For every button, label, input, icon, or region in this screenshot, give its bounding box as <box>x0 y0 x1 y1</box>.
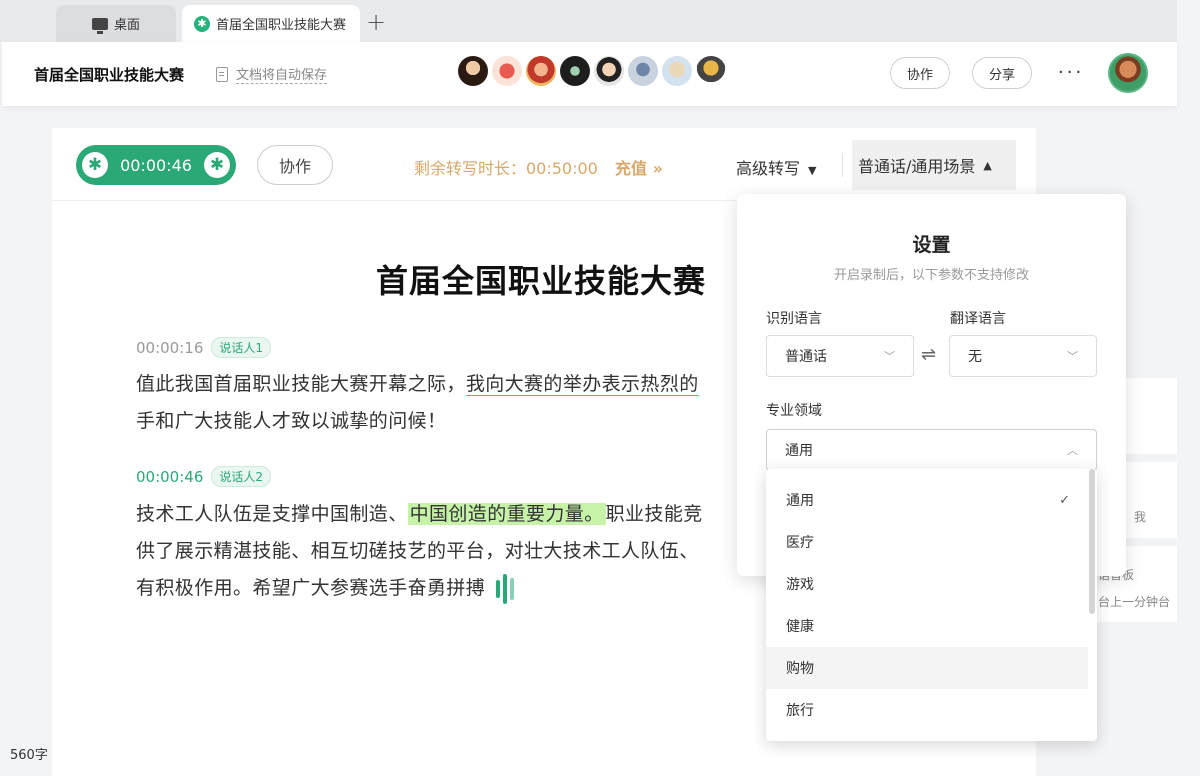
recognize-language-select[interactable]: 普通话 ﹀ <box>766 335 914 377</box>
tab-desktop[interactable]: 桌面 <box>56 5 176 42</box>
transcript-text: 技术工人队伍是支撑中国制造、 <box>136 503 408 525</box>
recognize-language-label: 识别语言 <box>766 311 822 327</box>
recording-timer[interactable]: ✱ 00:00:46 ✱ <box>76 145 236 185</box>
tab-document[interactable]: ✱ 首届全国职业技能大赛 <box>182 5 360 42</box>
browser-tab-strip: 桌面 ✱ 首届全国职业技能大赛 + <box>0 0 1177 42</box>
app-header: 首届全国职业技能大赛 文档将自动保存 协作 分享 ··· <box>2 42 1177 106</box>
speaker-badge[interactable]: 说话人1 <box>211 337 272 358</box>
divider <box>842 153 843 177</box>
chevron-down-icon: ﹀ <box>1067 350 1078 363</box>
recharge-link[interactable]: 充值 » <box>615 155 663 179</box>
user-avatar[interactable] <box>1108 53 1148 93</box>
recognize-language-value: 普通话 <box>785 349 827 365</box>
transcript-text: 供了展示精湛技能、相互切磋技艺的平台，对壮大技术工人队伍、 <box>136 540 699 562</box>
avatar[interactable] <box>458 56 488 86</box>
side-panel-text: 台上一分钟台 <box>1098 595 1171 609</box>
advanced-transcribe-dropdown[interactable]: 高级转写 ▼ <box>736 155 816 179</box>
translate-language-value: 无 <box>968 349 982 365</box>
domain-option[interactable]: 游戏 <box>766 563 1088 605</box>
domain-option-label: 医疗 <box>786 535 814 551</box>
avatar[interactable] <box>594 56 624 86</box>
collaborator-avatars <box>458 56 726 86</box>
avatar[interactable] <box>526 56 556 86</box>
domain-label: 专业领域 <box>766 403 822 419</box>
collab-button[interactable]: 协作 <box>257 145 333 185</box>
advanced-label: 高级转写 <box>736 159 801 178</box>
domain-option-label: 旅行 <box>786 703 814 719</box>
transcript-paragraph[interactable]: 技术工人队伍是支撑中国制造、 中国创造的重要力量。 职业技能竞 供了展示精湛技能、相… <box>136 496 836 607</box>
domain-option[interactable]: 健康 <box>766 605 1088 647</box>
domain-option-label: 游戏 <box>786 577 814 593</box>
page-title: 首届全国职业技能大赛 <box>376 262 707 300</box>
chevron-up-icon: ︿ <box>1067 444 1078 457</box>
checkmark-icon: ✓ <box>1059 492 1070 508</box>
triangle-down-icon: ▼ <box>808 164 817 177</box>
translate-language-select[interactable]: 无 ﹀ <box>949 335 1097 377</box>
segment-timestamp[interactable]: 00:00:46 <box>136 468 203 486</box>
autosave-status: 文档将自动保存 <box>216 64 328 84</box>
collaborate-button[interactable]: 协作 <box>890 57 950 89</box>
dropdown-scrollbar[interactable] <box>1089 469 1095 614</box>
chevron-down-icon: ﹀ <box>884 350 895 363</box>
scene-label: 普通话/通用场景 <box>858 157 976 176</box>
scene-dropdown[interactable]: 普通话/通用场景 ▲ <box>852 140 1016 190</box>
transcript-paragraph[interactable]: 值此我国首届职业技能大赛开幕之际，我向大赛的举办表示热烈的 手和广大技能人才致以… <box>136 366 836 440</box>
header-doc-title: 首届全国职业技能大赛 <box>34 66 185 84</box>
word-count: 560字 <box>10 748 48 763</box>
record-settings-icon[interactable]: ✱ <box>82 152 108 178</box>
new-tab-plus-icon[interactable]: + <box>366 10 386 34</box>
segment-meta: 00:00:16 说话人1 <box>136 337 272 358</box>
avatar[interactable] <box>492 56 522 86</box>
autosave-text: 文档将自动保存 <box>236 64 328 84</box>
segment-timestamp[interactable]: 00:00:16 <box>136 339 203 357</box>
share-button[interactable]: 分享 <box>972 57 1032 89</box>
remaining-duration: 剩余转写时长：00:50:00 <box>414 159 598 178</box>
domain-option[interactable]: 通用 ✓ <box>766 479 1088 521</box>
domain-option[interactable]: 购物 <box>766 647 1088 689</box>
avatar[interactable] <box>662 56 692 86</box>
tab-document-label: 首届全国职业技能大赛 <box>216 18 347 33</box>
avatar[interactable] <box>560 56 590 86</box>
voice-wave-icon <box>495 573 514 604</box>
record-status-icon[interactable]: ✱ <box>203 152 230 178</box>
domain-option[interactable]: 医疗 <box>766 521 1088 563</box>
translate-language-label: 翻译语言 <box>950 311 1006 327</box>
domain-option-label: 健康 <box>786 619 814 635</box>
domain-option[interactable]: 旅行 <box>766 689 1088 731</box>
swap-languages-icon[interactable]: ⇌ <box>921 344 936 365</box>
transcript-text: 职业技能竞 <box>605 503 703 525</box>
domain-option-label: 通用 <box>786 493 814 509</box>
speaker-badge[interactable]: 说话人2 <box>211 466 272 487</box>
timer-value: 00:00:46 <box>120 155 192 175</box>
domain-value: 通用 <box>785 443 813 459</box>
more-options-icon[interactable]: ··· <box>1058 62 1084 83</box>
app-logo-icon: ✱ <box>194 15 210 32</box>
segment-meta: 00:00:46 说话人2 <box>136 466 272 487</box>
tab-desktop-label: 桌面 <box>113 18 140 33</box>
transcript-text: 值此我国首届职业技能大赛开幕之际， <box>136 373 466 395</box>
settings-subtitle: 开启录制后，以下参数不支持修改 <box>833 268 1029 283</box>
avatar[interactable] <box>628 56 658 86</box>
avatar[interactable] <box>696 56 726 86</box>
triangle-up-icon: ▲ <box>983 158 992 172</box>
monitor-icon <box>91 17 108 34</box>
transcript-text: 有积极作用。希望广大参赛选手奋勇拼搏 <box>136 577 486 599</box>
domain-dropdown-list: 通用 ✓ 医疗 游戏 健康 购物 旅行 <box>766 469 1097 741</box>
document-icon <box>216 66 228 82</box>
domain-select[interactable]: 通用 ︿ <box>766 429 1097 471</box>
domain-option-label: 购物 <box>786 661 814 677</box>
transcript-text-highlighted: 中国创造的重要力量。 <box>407 503 606 525</box>
transcript-text: 手和广大技能人才致以诚挚的问候！ <box>136 410 447 432</box>
transcript-text-flagged: 我向大赛的举办表示热烈的 <box>465 373 699 396</box>
settings-title: 设置 <box>912 234 951 256</box>
